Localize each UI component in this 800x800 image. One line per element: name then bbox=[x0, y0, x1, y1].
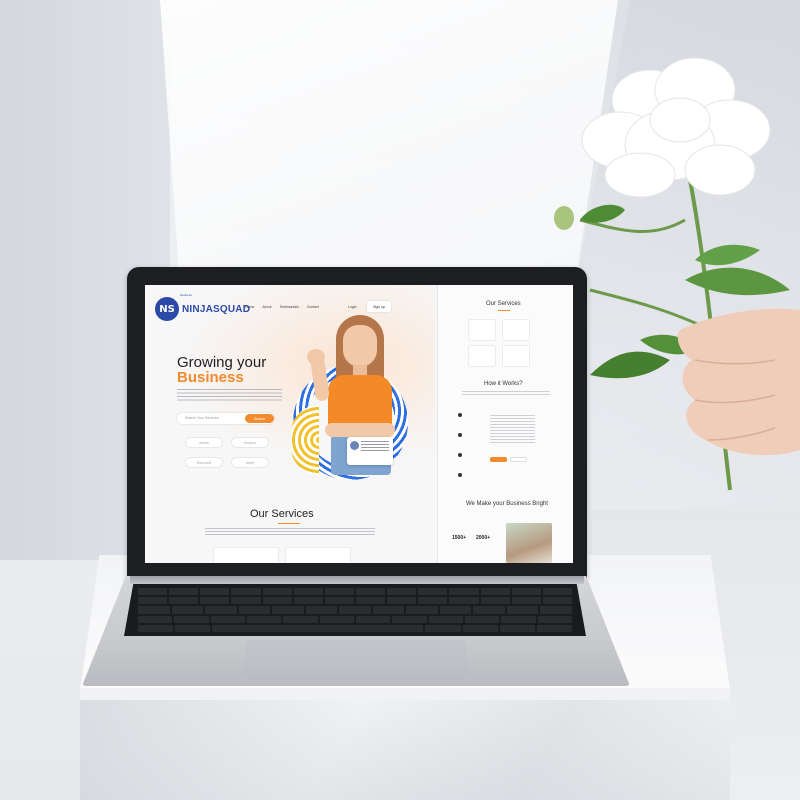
service-card[interactable] bbox=[285, 547, 351, 563]
rp-service-card[interactable] bbox=[502, 319, 530, 341]
website-home-page: NS NINJASQUAD business Home About Testim… bbox=[145, 285, 435, 563]
services-title: Our Services bbox=[250, 508, 314, 520]
key-row bbox=[138, 588, 572, 596]
step-icon bbox=[458, 453, 462, 457]
step-icon bbox=[458, 433, 462, 437]
rp-primary-button[interactable] bbox=[490, 457, 507, 462]
key-row bbox=[138, 597, 572, 605]
rp-underline bbox=[498, 310, 510, 311]
trackpad bbox=[245, 640, 467, 680]
search-placeholder: Search Your Services bbox=[185, 416, 219, 420]
logo-mark: NS bbox=[155, 297, 179, 321]
laptop-hinge bbox=[130, 576, 584, 584]
step-icon bbox=[458, 413, 462, 417]
avatar bbox=[350, 441, 359, 450]
rp-bright-title: We Make your Business Bright bbox=[466, 501, 548, 507]
step-icon bbox=[458, 473, 462, 477]
rp-step-copy bbox=[490, 415, 535, 445]
nav-item-home[interactable]: Home bbox=[245, 305, 254, 309]
brand-microsoft: Microsoft bbox=[185, 457, 223, 468]
rp-photo bbox=[506, 523, 552, 563]
rp-secondary-button[interactable] bbox=[510, 457, 527, 462]
nav-item-testimonials[interactable]: Testimonials bbox=[280, 305, 299, 309]
logo-name: NINJASQUAD bbox=[182, 303, 251, 315]
rp-how-title: How it Works? bbox=[484, 381, 523, 387]
rp-service-card[interactable] bbox=[502, 345, 530, 367]
website-inner-page: Our Services How it Works? We Make your … bbox=[437, 285, 573, 563]
service-card[interactable] bbox=[213, 547, 279, 563]
site-nav: Home About Testimonials Contact bbox=[245, 305, 319, 309]
services-copy bbox=[205, 528, 375, 536]
hero-copy bbox=[177, 389, 282, 401]
login-link[interactable]: Login bbox=[348, 305, 357, 309]
brand-dropbox: dropbox bbox=[231, 437, 269, 448]
nav-item-about[interactable]: About bbox=[262, 305, 271, 309]
hero-title: Growing your bbox=[177, 354, 267, 371]
stat-value: 1500+ bbox=[452, 535, 467, 541]
rp-service-card[interactable] bbox=[468, 345, 496, 367]
key-row bbox=[138, 624, 573, 632]
key-row bbox=[138, 606, 572, 614]
nav-item-contact[interactable]: Contact bbox=[307, 305, 319, 309]
review-text bbox=[361, 441, 389, 453]
laptop-screen: NS NINJASQUAD business Home About Testim… bbox=[145, 285, 573, 563]
site-logo[interactable]: NS NINJASQUAD bbox=[155, 297, 250, 321]
pedestal-shadow bbox=[80, 700, 730, 800]
key-row bbox=[138, 615, 572, 623]
brand-airbnb: airbnb bbox=[185, 437, 223, 448]
signup-button[interactable]: Sign up bbox=[367, 301, 391, 312]
laptop-keyboard bbox=[124, 584, 586, 636]
rp-how-copy bbox=[462, 391, 550, 396]
rp-service-card[interactable] bbox=[468, 319, 496, 341]
stat-value: 2000+ bbox=[476, 535, 491, 541]
rp-services-title: Our Services bbox=[486, 301, 521, 307]
search-button[interactable]: Search bbox=[245, 414, 274, 423]
hero-title-accent: Business bbox=[177, 369, 244, 386]
review-card bbox=[347, 437, 393, 465]
services-underline bbox=[278, 523, 300, 524]
brand-stripe: stripe bbox=[231, 457, 269, 468]
logo-sub: business bbox=[180, 293, 192, 297]
